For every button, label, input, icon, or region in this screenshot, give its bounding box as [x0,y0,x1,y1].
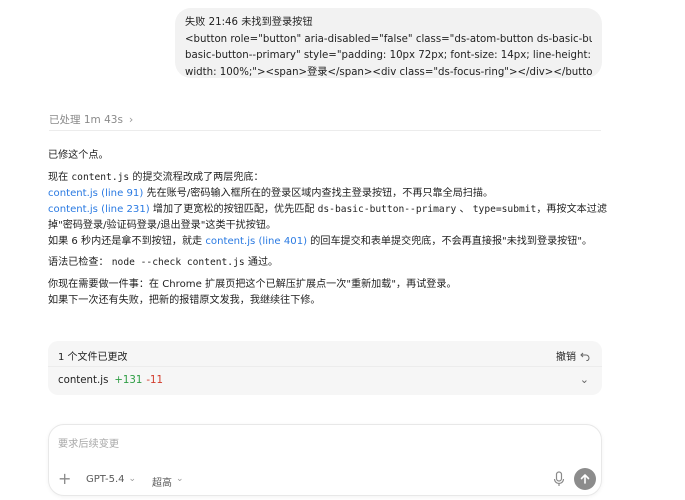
chevron-right-icon: › [128,113,134,126]
user-message-line: width: 100%;"><span>登录</span><div class=… [185,66,592,78]
text: 现在 [48,172,72,183]
changed-file-row[interactable]: content.js +131 -11 ⌄ [48,367,602,395]
text: 语法已检查： [48,257,112,268]
processed-toggle[interactable]: 已处理 1m 43s › [49,112,133,127]
composer-input[interactable]: 要求后续变更 [58,435,119,450]
add-attachment-icon[interactable]: + [58,471,71,487]
divider [49,130,601,131]
text: 如果 6 秒内还是拿不到按钮，就走 [48,236,206,247]
inline-code: ds-basic-button--primary [317,204,457,215]
files-changed-card: 1 个文件已更改 撤销 content.js +131 -11 ⌄ [48,341,602,395]
effort-label: 超高 [152,478,172,489]
undo-button[interactable]: 撤销 [556,348,590,363]
response-paragraph: content.js (line 231) 增加了更宽松的按钮匹配，优先匹配 d… [48,200,608,215]
files-changed-title: 1 个文件已更改 [58,352,128,363]
effort-selector[interactable]: 超高 ⌄ [152,474,184,489]
response-paragraph: 已修这个点。 [48,150,109,161]
model-label: GPT-5.4 [86,474,125,485]
response-paragraph: 语法已检查： node --check content.js 通过。 [48,253,608,268]
processed-label: 已处理 1m 43s [49,114,123,126]
inline-code: content.js [71,172,130,183]
response-paragraph: 如果 6 秒内还是拿不到按钮，就走 content.js (line 401) … [48,232,608,247]
composer: 要求后续变更 + GPT-5.4 ⌄ 超高 ⌄ [48,424,602,496]
additions-count: +131 [114,375,143,386]
model-selector[interactable]: GPT-5.4 ⌄ [86,474,136,485]
response-paragraph: content.js (line 91) 先在账号/密码输入框所在的登录区域内查… [48,184,608,199]
file-link[interactable]: content.js (line 91) [48,188,143,199]
file-name: content.js [58,375,109,386]
undo-label: 撤销 [556,352,576,363]
response-paragraph: 掉"密码登录/验证码登录/退出登录"这类干扰按钮。 [48,220,277,231]
response-paragraph: 如果下一次还有失败，把新的报错原文发我，我继续往下修。 [48,295,321,306]
text: 增加了更宽松的按钮匹配，优先匹配 [149,204,318,215]
chevron-down-icon: ⌄ [128,474,137,484]
response-paragraph: 现在 content.js 的提交流程改成了两层兜底： [48,168,608,183]
inline-code: type=submit [472,204,537,215]
inline-code: node --check content.js [111,257,245,268]
arrow-up-icon [580,474,590,484]
file-link[interactable]: content.js (line 401) [205,236,307,247]
text: 的提交流程改成了两层兜底： [129,172,264,183]
user-message-bubble: 失败 21:46 未找到登录按钮 <button role="button" a… [175,8,602,78]
response-paragraph: 你现在需要做一件事：在 Chrome 扩展页把这个已解压扩展点一次"重新加载"，… [48,279,457,290]
send-button[interactable] [574,468,596,490]
text: 先在账号/密码输入框所在的登录区域内查找主登录按钮，不再只靠全局扫描。 [143,188,494,199]
undo-icon [580,352,590,361]
changed-file: content.js +131 -11 [58,375,163,386]
deletions-count: -11 [146,375,164,386]
text: ，再按文本过滤 [536,204,607,215]
user-message-line: basic-button--primary" style="padding: 1… [185,50,592,61]
text: 的回车提交和表单提交兜底，不会再直接报"未找到登录按钮"。 [307,236,593,247]
chevron-down-icon[interactable]: ⌄ [580,373,589,386]
chevron-down-icon: ⌄ [176,474,184,484]
files-changed-header: 1 个文件已更改 撤销 [48,341,602,367]
microphone-icon[interactable] [552,471,566,489]
file-link[interactable]: content.js (line 231) [48,204,150,215]
text: 、 [456,204,473,215]
user-message-line: 失败 21:46 未找到登录按钮 [185,17,313,28]
user-message-line: <button role="button" aria-disabled="fal… [185,33,592,45]
text: 通过。 [244,257,279,268]
